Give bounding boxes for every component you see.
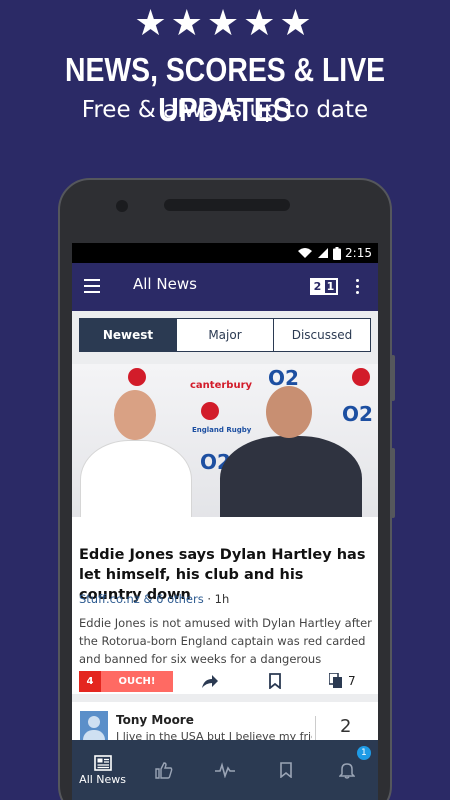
ouch-reaction-button[interactable]: 4 OUCH! <box>79 671 173 692</box>
nav-all-news-label: All News <box>79 772 127 786</box>
press-table <box>72 517 378 539</box>
related-count: 7 <box>348 673 356 688</box>
status-bar: 2:15 <box>72 243 378 263</box>
newspaper-icon <box>93 754 112 771</box>
meta-separator: · <box>207 592 212 606</box>
app-title: All News <box>133 275 197 293</box>
comment-author: Tony Moore <box>116 713 194 727</box>
bookmark-icon <box>280 762 293 778</box>
nav-notifications[interactable]: 1 <box>317 740 378 800</box>
tab-newest[interactable]: Newest <box>80 319 177 351</box>
sponsor-logo: canterbury <box>190 380 253 391</box>
article-source[interactable]: Stuff.co.nz & 6 others <box>79 592 204 606</box>
bottom-navigation: All News 1 <box>72 740 378 800</box>
reaction-count: 4 <box>79 671 101 692</box>
overflow-menu-icon[interactable] <box>356 279 360 295</box>
status-time: 2:15 <box>345 246 372 260</box>
related-stories-button[interactable]: 7 <box>329 673 356 688</box>
nav-live[interactable] <box>194 740 255 800</box>
promo-subline: Free & always up to date <box>81 97 369 123</box>
rose-crest-icon <box>128 368 146 386</box>
sort-tabs: Newest Major Discussed <box>79 318 371 352</box>
power-button <box>391 448 395 518</box>
speaker-grille <box>164 199 290 211</box>
volume-button <box>391 355 395 401</box>
tab-major[interactable]: Major <box>177 319 274 351</box>
hamburger-menu-icon[interactable] <box>84 279 100 293</box>
article-meta: Stuff.co.nz & 6 others · 1h <box>79 592 229 606</box>
nav-all-news[interactable]: All News <box>72 740 133 800</box>
reaction-label: OUCH! <box>118 676 156 687</box>
copies-icon <box>329 673 342 688</box>
phone-screen: 2:15 All News 21 Newest Major Discussed … <box>72 243 378 800</box>
signal-icon <box>318 248 329 258</box>
coach-head <box>266 386 312 438</box>
thumbs-up-icon <box>155 762 173 779</box>
news-card[interactable]: canterbury O2 England Rugby O2 O2 Eddie … <box>72 364 378 694</box>
avatar <box>80 711 108 743</box>
article-actions: 4 OUCH! 7 <box>79 671 371 692</box>
article-age: 1h <box>214 592 230 606</box>
tab-discussed[interactable]: Discussed <box>274 319 370 351</box>
bookmark-icon[interactable] <box>269 673 281 689</box>
nav-saved[interactable] <box>256 740 317 800</box>
app-bar: All News 21 <box>72 263 378 311</box>
bell-icon <box>339 763 356 779</box>
pulse-icon <box>215 762 235 778</box>
rose-crest-icon <box>201 402 219 420</box>
camera <box>116 200 128 212</box>
nav-reactions[interactable] <box>133 740 194 800</box>
share-icon[interactable] <box>201 673 219 690</box>
network-logo: O2 <box>342 402 373 426</box>
scoreboard-icon[interactable]: 21 <box>310 278 338 295</box>
crest-text: England Rugby <box>192 426 252 434</box>
rating-stars: ★★★★★ <box>134 3 316 44</box>
player-head <box>114 390 156 440</box>
notification-badge: 1 <box>356 746 371 760</box>
wifi-icon <box>298 248 313 258</box>
comment-count: 2 <box>340 716 352 737</box>
battery-icon <box>333 246 342 260</box>
rose-crest-icon <box>352 368 370 386</box>
article-photo[interactable]: canterbury O2 England Rugby O2 O2 <box>72 364 378 539</box>
